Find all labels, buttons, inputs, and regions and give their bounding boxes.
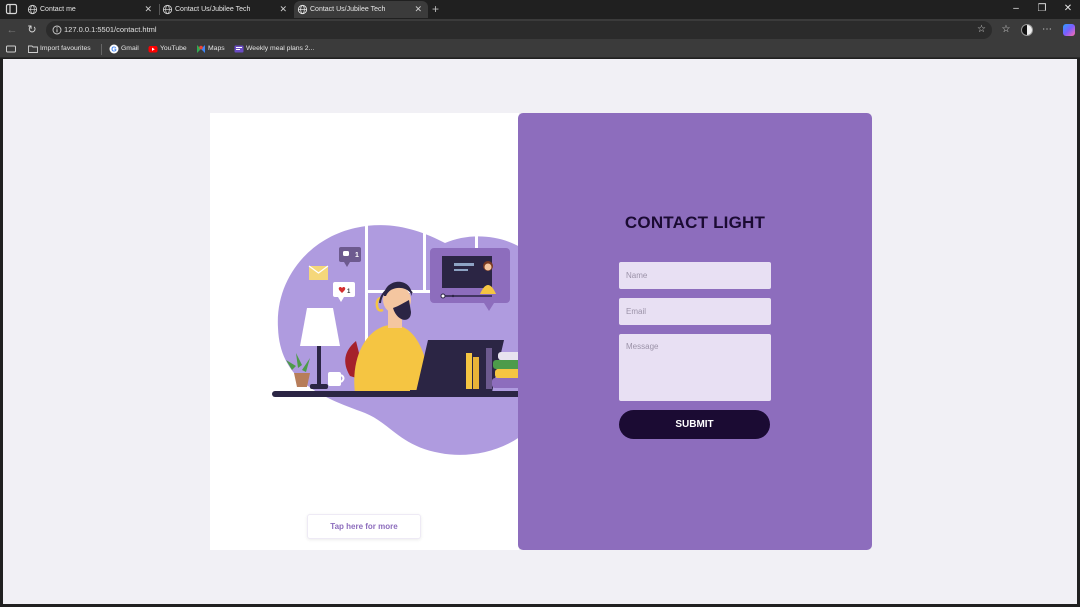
- minimize-icon[interactable]: –: [1003, 2, 1029, 16]
- bookmark-import-favourites[interactable]: Import favourites: [28, 41, 91, 57]
- tab-actions-icon[interactable]: [5, 3, 18, 15]
- tab-contact-us-1[interactable]: Contact Us/Jubilee Tech ✕: [159, 1, 293, 18]
- more-options-icon[interactable]: ⋯: [1039, 22, 1055, 38]
- bookmark-label: Gmail: [121, 45, 139, 52]
- tap-for-more-button[interactable]: Tap here for more: [307, 514, 421, 539]
- bookmark-label: Maps: [208, 45, 225, 52]
- restore-icon[interactable]: ❐: [1029, 2, 1055, 16]
- submit-button[interactable]: SUBMIT: [619, 410, 770, 439]
- meal-plan-icon: [234, 45, 244, 53]
- url-text: 127.0.0.1:5501/contact.html: [64, 25, 157, 34]
- tab-bar: Contact me ✕ Contact Us/Jubilee Tech ✕ C…: [0, 0, 1080, 19]
- tab-contact-us-active[interactable]: Contact Us/Jubilee Tech ✕: [294, 1, 428, 18]
- tab-title: Contact me: [40, 6, 76, 13]
- info-icon[interactable]: [52, 25, 62, 35]
- email-input[interactable]: [619, 298, 771, 325]
- bookmark-label: Weekly meal plans 2...: [246, 45, 315, 52]
- message-textarea[interactable]: [619, 334, 771, 401]
- globe-icon: [162, 4, 173, 15]
- globe-icon: [27, 4, 38, 15]
- tab-title: Contact Us/Jubilee Tech: [175, 6, 251, 13]
- contact-form-panel: CONTACT LIGHT SUBMIT: [518, 113, 872, 550]
- tablet-icon[interactable]: [6, 45, 16, 54]
- folder-icon: [28, 45, 38, 53]
- bookmarks-bar: Import favourites G Gmail YouTube Maps W…: [0, 41, 1080, 58]
- new-tab-button[interactable]: +: [432, 1, 439, 17]
- close-tab-icon[interactable]: ✕: [144, 1, 152, 18]
- favorites-icon[interactable]: ☆: [998, 22, 1014, 38]
- favorite-star-icon[interactable]: ☆: [977, 21, 986, 39]
- illustration-panel: 1 1 Tap here for more: [210, 113, 562, 550]
- globe-icon: [297, 4, 308, 15]
- name-input[interactable]: [619, 262, 771, 289]
- youtube-icon: [148, 46, 158, 53]
- back-icon[interactable]: ←: [4, 22, 20, 38]
- profile-avatar[interactable]: [1021, 24, 1033, 36]
- close-tab-icon[interactable]: ✕: [279, 1, 287, 18]
- tab-title: Contact Us/Jubilee Tech: [310, 6, 386, 13]
- bookmark-label: Import favourites: [40, 45, 91, 52]
- svg-text:G: G: [111, 47, 117, 54]
- close-tab-icon[interactable]: ✕: [414, 1, 422, 18]
- maps-icon: [197, 45, 205, 53]
- bookmark-maps[interactable]: Maps: [196, 41, 225, 57]
- google-icon: G: [109, 44, 119, 54]
- refresh-icon[interactable]: ↻: [24, 22, 40, 38]
- message-count: 1: [355, 252, 359, 259]
- bookmark-youtube[interactable]: YouTube: [148, 41, 187, 57]
- close-window-icon[interactable]: ✕: [1055, 2, 1080, 16]
- address-bar[interactable]: 127.0.0.1:5501/contact.html ☆: [46, 21, 992, 39]
- tab-contact-me[interactable]: Contact me ✕: [24, 1, 158, 18]
- navigation-bar: ← ↻ 127.0.0.1:5501/contact.html ☆ ☆ ⋯: [0, 19, 1080, 41]
- form-title: CONTACT LIGHT: [624, 213, 766, 232]
- page-viewport: 1 1 Tap here for more CONTACT LIGHT Name…: [3, 59, 1077, 604]
- bookmark-divider: [101, 44, 102, 55]
- bookmark-label: YouTube: [160, 45, 187, 52]
- copilot-icon[interactable]: [1063, 24, 1075, 36]
- bookmark-gmail[interactable]: G Gmail: [109, 41, 139, 57]
- bookmark-weekly-meal-plans[interactable]: Weekly meal plans 2...: [234, 41, 314, 57]
